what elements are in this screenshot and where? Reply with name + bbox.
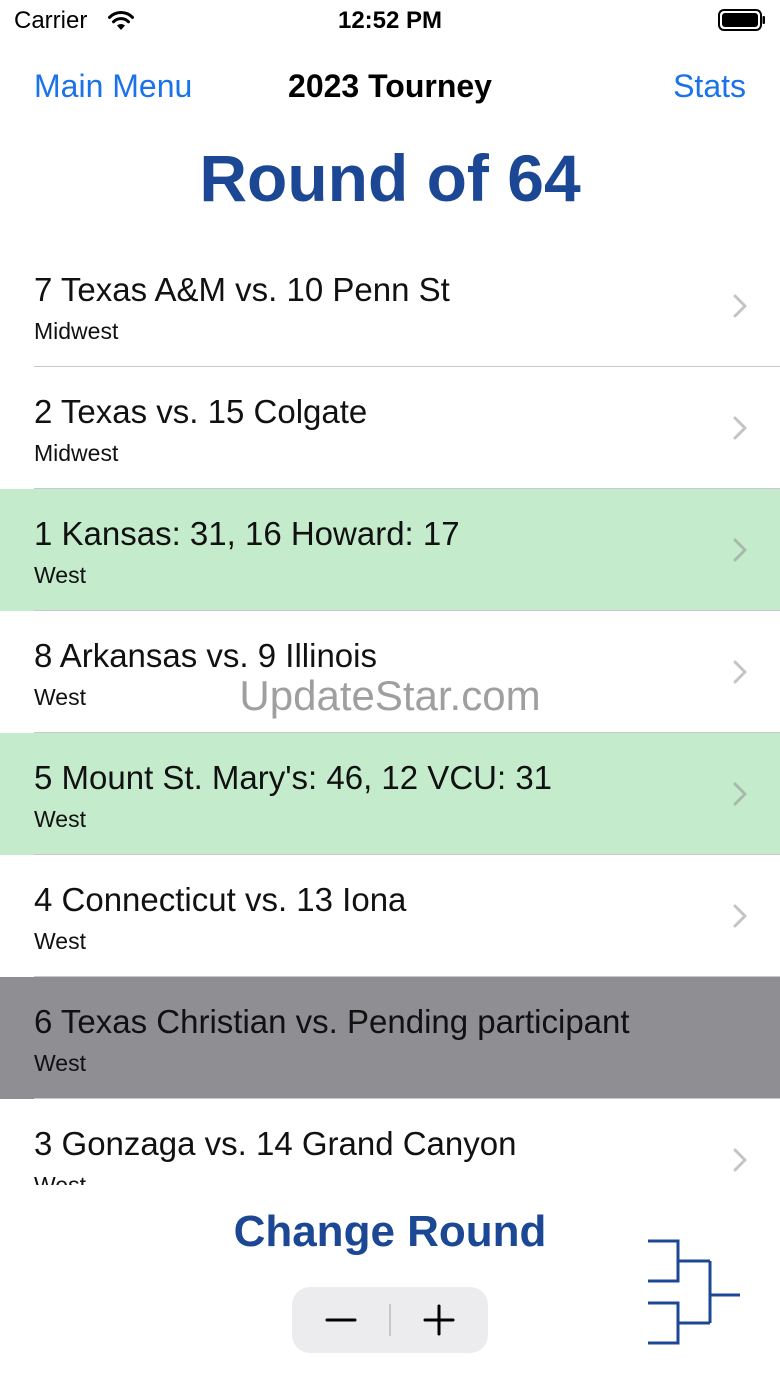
chevron-right-icon — [733, 416, 747, 440]
game-region: West — [34, 928, 86, 954]
bracket-icon[interactable] — [646, 1237, 742, 1353]
game-region: West — [34, 1050, 86, 1076]
navigation-bar: Main Menu 2023 Tourney Stats — [0, 60, 780, 116]
round-stepper[interactable] — [292, 1287, 488, 1353]
chevron-right-icon — [733, 538, 747, 562]
game-region: West — [34, 684, 86, 710]
game-row[interactable]: 7 Texas A&M vs. 10 Penn St Midwest — [0, 245, 780, 367]
minus-icon — [325, 1318, 357, 1322]
game-region: West — [34, 806, 86, 832]
game-matchup: 4 Connecticut vs. 13 Iona — [34, 881, 407, 918]
game-matchup: 8 Arkansas vs. 9 Illinois — [34, 637, 377, 674]
game-region: West — [34, 562, 86, 588]
game-row-final[interactable]: 1 Kansas: 31, 16 Howard: 17 West — [0, 489, 780, 611]
chevron-right-icon — [733, 782, 747, 806]
game-matchup: 5 Mount St. Mary's: 46, 12 VCU: 31 — [34, 759, 553, 796]
game-matchup: 1 Kansas: 31, 16 Howard: 17 — [34, 515, 460, 552]
game-region: West — [34, 1172, 86, 1185]
next-round-button[interactable] — [390, 1287, 488, 1353]
chevron-right-icon — [733, 660, 747, 684]
game-region: Midwest — [34, 440, 119, 466]
plus-icon — [423, 1304, 455, 1336]
chevron-right-icon — [733, 1148, 747, 1172]
game-row-pending[interactable]: 6 Texas Christian vs. Pending participan… — [0, 977, 780, 1099]
game-region: Midwest — [34, 318, 119, 344]
game-row[interactable]: 3 Gonzaga vs. 14 Grand Canyon West — [0, 1099, 780, 1185]
stats-button[interactable]: Stats — [673, 68, 746, 105]
game-row[interactable]: 2 Texas vs. 15 Colgate Midwest — [0, 367, 780, 489]
game-row[interactable]: 4 Connecticut vs. 13 Iona West — [0, 855, 780, 977]
game-row-final[interactable]: 5 Mount St. Mary's: 46, 12 VCU: 31 West — [0, 733, 780, 855]
chevron-right-icon — [733, 294, 747, 318]
round-title: Round of 64 — [199, 141, 581, 215]
main-menu-button[interactable]: Main Menu — [34, 68, 192, 105]
clock: 12:52 PM — [337, 7, 443, 34]
game-matchup: 2 Texas vs. 15 Colgate — [34, 393, 368, 430]
game-list[interactable]: 7 Texas A&M vs. 10 Penn St Midwest 2 Tex… — [0, 245, 780, 1185]
game-matchup: 3 Gonzaga vs. 14 Grand Canyon — [34, 1125, 517, 1162]
previous-round-button[interactable] — [292, 1287, 390, 1353]
game-matchup: 6 Texas Christian vs. Pending participan… — [34, 1003, 630, 1040]
game-matchup: 7 Texas A&M vs. 10 Penn St — [34, 271, 450, 308]
battery-icon — [718, 9, 765, 31]
status-bar: Carrier 12:52 PM — [0, 0, 780, 44]
bottom-controls: Change Round — [0, 1185, 780, 1387]
game-row[interactable]: 8 Arkansas vs. 9 Illinois West — [0, 611, 780, 733]
chevron-right-icon — [733, 904, 747, 928]
